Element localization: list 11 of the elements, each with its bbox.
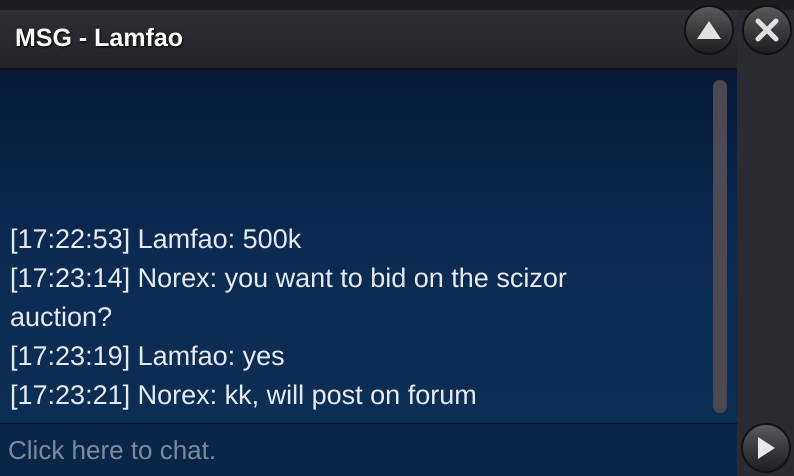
chat-input-field[interactable]: Click here to chat. (0, 424, 737, 476)
send-button[interactable] (740, 423, 790, 473)
chat-message: [17:23:14] Norex: you want to bid on the scizor auction? (10, 262, 568, 334)
chat-message: [17:22:53] Lamfao: 500k (10, 223, 302, 256)
close-icon (754, 17, 780, 43)
chat-message: [17:23:19] Lamfao: yes (10, 340, 286, 373)
scrollbar-thumb[interactable] (713, 80, 727, 413)
chat-message: [17:23:21] Norex: kk, will post on forum (10, 379, 478, 412)
close-button[interactable] (742, 5, 792, 55)
window-title: MSG - Lamfao (15, 23, 184, 54)
triangle-up-icon (695, 19, 723, 41)
